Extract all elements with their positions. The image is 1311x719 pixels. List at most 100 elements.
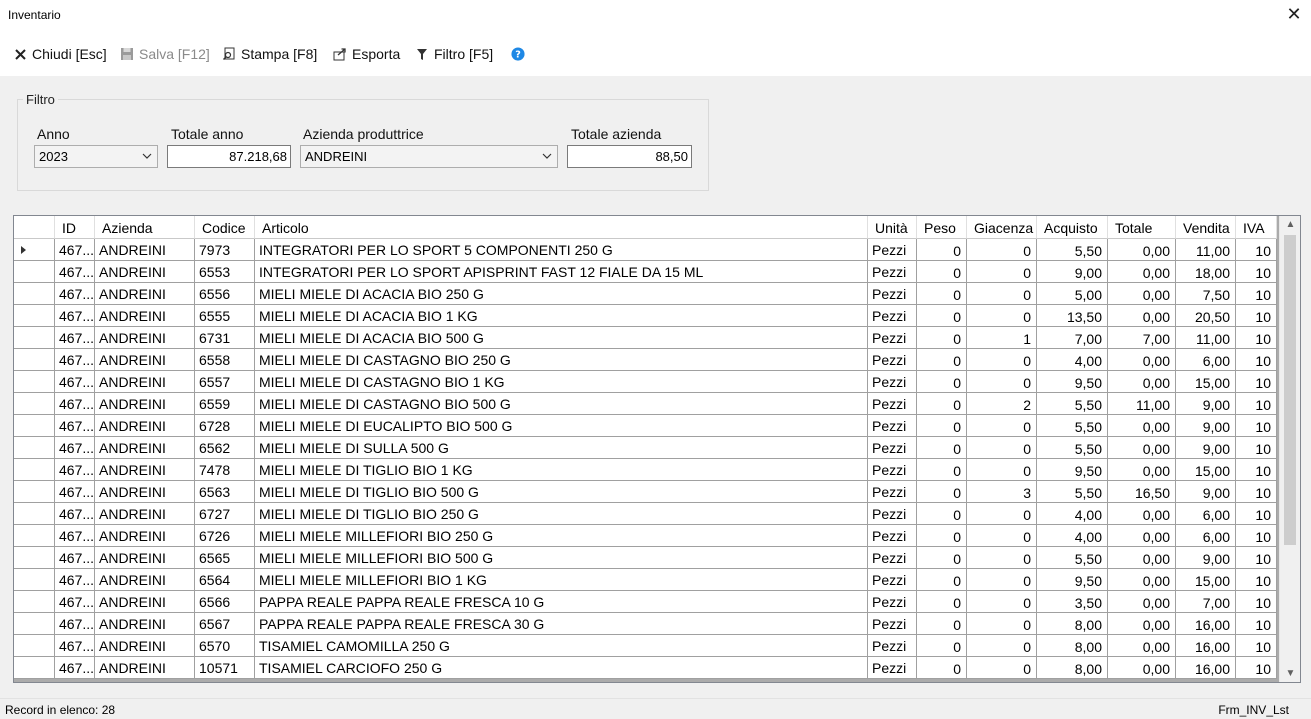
scroll-thumb[interactable] (1284, 235, 1296, 545)
table-row[interactable]: 467... ANDREINI 6559 MIELI MIELE DI CASTAGN… (14, 393, 1277, 415)
cell-weight[interactable]: 0 (917, 239, 967, 261)
cell-article[interactable]: MIELI MIELE MILLEFIORI BIO 250 G (255, 525, 868, 547)
cell-total[interactable]: 0,00 (1108, 591, 1176, 613)
cell-total[interactable]: 0,00 (1108, 547, 1176, 569)
cell-article[interactable]: TISAMIEL CAMOMILLA 250 G (255, 635, 868, 657)
table-row[interactable]: 467... ANDREINI 6726 MIELI MIELE MILLEFIORI… (14, 525, 1277, 547)
cell-unit[interactable]: Pezzi (868, 635, 917, 657)
column-header-selector[interactable] (14, 216, 55, 239)
cell-weight[interactable]: 0 (917, 393, 967, 415)
column-header-weight[interactable]: Peso (917, 216, 967, 239)
cell-total[interactable]: 7,00 (1108, 327, 1176, 349)
cell-weight[interactable]: 0 (917, 591, 967, 613)
table-row[interactable]: 467... ANDREINI 6565 MIELI MIELE MILLEFIORI… (14, 547, 1277, 569)
cell-id[interactable]: 467... (55, 657, 95, 679)
export-button[interactable]: Esporta (333, 44, 400, 64)
cell-weight[interactable]: 0 (917, 569, 967, 591)
cell-stock[interactable]: 0 (967, 547, 1037, 569)
cell-id[interactable]: 467... (55, 261, 95, 283)
cell-sale[interactable]: 9,00 (1176, 415, 1236, 437)
cell-id[interactable]: 467... (55, 283, 95, 305)
table-row[interactable]: 467... ANDREINI 6557 MIELI MIELE DI CASTAGN… (14, 371, 1277, 393)
cell-vat[interactable]: 10 (1236, 283, 1277, 305)
row-selector[interactable] (14, 481, 55, 503)
cell-purchase[interactable]: 4,00 (1037, 525, 1108, 547)
cell-stock[interactable]: 0 (967, 503, 1037, 525)
cell-code[interactable]: 6555 (195, 305, 255, 327)
cell-company[interactable]: ANDREINI (95, 305, 195, 327)
cell-code[interactable]: 6557 (195, 371, 255, 393)
cell-stock[interactable]: 0 (967, 283, 1037, 305)
cell-id[interactable]: 467... (55, 525, 95, 547)
cell-stock[interactable]: 0 (967, 613, 1037, 635)
cell-vat[interactable]: 10 (1236, 327, 1277, 349)
cell-sale[interactable]: 15,00 (1176, 459, 1236, 481)
cell-purchase[interactable]: 13,50 (1037, 305, 1108, 327)
cell-sale[interactable]: 15,00 (1176, 371, 1236, 393)
cell-vat[interactable]: 10 (1236, 371, 1277, 393)
cell-stock[interactable]: 0 (967, 569, 1037, 591)
cell-sale[interactable]: 6,00 (1176, 525, 1236, 547)
cell-sale[interactable]: 6,00 (1176, 349, 1236, 371)
cell-stock[interactable]: 0 (967, 591, 1037, 613)
cell-total[interactable]: 0,00 (1108, 239, 1176, 261)
cell-purchase[interactable]: 8,00 (1037, 657, 1108, 679)
cell-purchase[interactable]: 5,50 (1037, 547, 1108, 569)
cell-code[interactable]: 6559 (195, 393, 255, 415)
cell-purchase[interactable]: 9,50 (1037, 569, 1108, 591)
cell-weight[interactable]: 0 (917, 415, 967, 437)
cell-id[interactable]: 467... (55, 371, 95, 393)
filter-button[interactable]: Filtro [F5] (415, 44, 493, 64)
row-selector[interactable] (14, 305, 55, 327)
cell-weight[interactable]: 0 (917, 261, 967, 283)
column-header-article[interactable]: Articolo (255, 216, 868, 239)
row-selector[interactable] (14, 371, 55, 393)
cell-total[interactable]: 0,00 (1108, 305, 1176, 327)
cell-weight[interactable]: 0 (917, 635, 967, 657)
scroll-up-icon[interactable]: ▲ (1280, 216, 1300, 233)
cell-unit[interactable]: Pezzi (868, 283, 917, 305)
cell-weight[interactable]: 0 (917, 525, 967, 547)
cell-code[interactable]: 6562 (195, 437, 255, 459)
cell-company[interactable]: ANDREINI (95, 547, 195, 569)
year-total-field[interactable]: 87.218,68 (167, 145, 291, 168)
cell-vat[interactable]: 10 (1236, 657, 1277, 679)
cell-total[interactable]: 0,00 (1108, 415, 1176, 437)
cell-purchase[interactable]: 4,00 (1037, 349, 1108, 371)
table-row[interactable]: 467... ANDREINI 6553 INTEGRATORI PER LO SPO… (14, 261, 1277, 283)
row-selector[interactable] (14, 613, 55, 635)
table-row[interactable]: 467... ANDREINI 6728 MIELI MIELE DI EUCALIP… (14, 415, 1277, 437)
cell-unit[interactable]: Pezzi (868, 393, 917, 415)
column-header-code[interactable]: Codice (195, 216, 255, 239)
cell-unit[interactable]: Pezzi (868, 239, 917, 261)
cell-weight[interactable]: 0 (917, 657, 967, 679)
cell-sale[interactable]: 15,00 (1176, 569, 1236, 591)
table-row[interactable]: 467... ANDREINI 10571 TISAMIEL CARCIOFO 250… (14, 657, 1277, 679)
cell-stock[interactable]: 0 (967, 239, 1037, 261)
cell-code[interactable]: 6556 (195, 283, 255, 305)
cell-company[interactable]: ANDREINI (95, 481, 195, 503)
cell-id[interactable]: 467... (55, 349, 95, 371)
cell-sale[interactable]: 9,00 (1176, 481, 1236, 503)
cell-vat[interactable]: 10 (1236, 591, 1277, 613)
column-header-stock[interactable]: Giacenza (967, 216, 1037, 239)
scroll-down-icon[interactable]: ▼ (1280, 665, 1300, 682)
cell-id[interactable]: 467... (55, 459, 95, 481)
cell-article[interactable]: MIELI MIELE DI TIGLIO BIO 250 G (255, 503, 868, 525)
cell-total[interactable]: 0,00 (1108, 349, 1176, 371)
cell-unit[interactable]: Pezzi (868, 415, 917, 437)
cell-code[interactable]: 6553 (195, 261, 255, 283)
cell-company[interactable]: ANDREINI (95, 569, 195, 591)
cell-purchase[interactable]: 5,50 (1037, 481, 1108, 503)
cell-sale[interactable]: 7,50 (1176, 283, 1236, 305)
cell-stock[interactable]: 0 (967, 437, 1037, 459)
cell-article[interactable]: MIELI MIELE DI CASTAGNO BIO 250 G (255, 349, 868, 371)
cell-purchase[interactable]: 8,00 (1037, 613, 1108, 635)
cell-vat[interactable]: 10 (1236, 525, 1277, 547)
cell-purchase[interactable]: 5,50 (1037, 437, 1108, 459)
year-select[interactable]: 2023 (34, 145, 158, 168)
cell-sale[interactable]: 9,00 (1176, 393, 1236, 415)
cell-weight[interactable]: 0 (917, 327, 967, 349)
cell-stock[interactable]: 0 (967, 349, 1037, 371)
table-row[interactable]: 467... ANDREINI 6556 MIELI MIELE DI ACACIA … (14, 283, 1277, 305)
